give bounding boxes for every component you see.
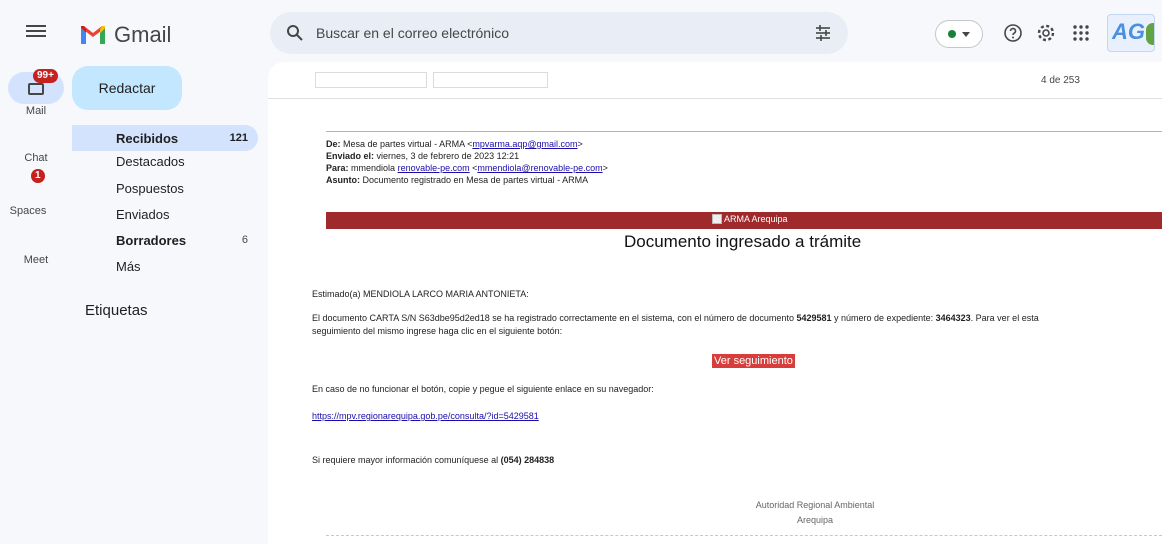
message-pane: 4 de 253 De: Mesa de partes virtual - AR… — [268, 62, 1162, 544]
fallback-link-line: https://mpv.regionarequipa.gob.pe/consul… — [312, 410, 539, 423]
toolbar-field[interactable] — [315, 72, 427, 88]
nav-label: Más — [116, 258, 141, 274]
chat-unread-badge: 1 — [31, 169, 45, 183]
nav-snoozed[interactable]: Pospuestos — [72, 175, 258, 201]
rail-chat-label: Chat — [24, 152, 48, 164]
nav-count: 6 — [241, 234, 248, 246]
mail-unread-badge: 99+ — [33, 69, 58, 83]
rail-mail[interactable]: 99+ Mail — [0, 69, 72, 117]
toolbar-divider — [268, 98, 1162, 99]
contact-phone: (054) 284838 — [500, 455, 555, 465]
rail-meet-label: Meet — [23, 254, 49, 266]
pager-count: 4 de 253 — [1041, 75, 1080, 86]
follow-up-button[interactable]: Ver seguimiento — [712, 354, 795, 368]
apps-grid-icon[interactable] — [1070, 22, 1092, 44]
rail-spaces[interactable]: Spaces — [0, 205, 72, 217]
fallback-text: En caso de no funcionar el botón, copie … — [312, 384, 654, 394]
rail-mail-label: Mail — [25, 105, 47, 117]
compose-button[interactable]: Redactar — [72, 66, 182, 110]
footer-divider — [326, 535, 1162, 536]
arma-banner: ARMA Arequipa — [326, 212, 1162, 229]
account-initials: AG — [1112, 19, 1145, 44]
search-icon[interactable] — [286, 24, 304, 42]
from-email-link[interactable]: mpvarma.aqp@gmail.com — [472, 139, 577, 149]
rail-chat[interactable]: Chat 1 — [0, 152, 72, 183]
to-email-link[interactable]: mmendiola@renovable-pe.com — [477, 163, 602, 173]
org-signature: Autoridad Regional Ambiental Arequipa — [755, 500, 875, 525]
nav-label: Borradores — [116, 232, 187, 248]
chevron-down-icon — [962, 31, 970, 37]
body-paragraph: El documento CARTA S/N S63dbe95d2ed18 se… — [312, 313, 1039, 336]
nav-sent[interactable]: Enviados — [72, 201, 258, 227]
nav-drafts[interactable]: Borradores 6 — [72, 227, 258, 253]
header-rule — [326, 131, 1162, 132]
from-line: De: Mesa de partes virtual - ARMA <mpvar… — [326, 139, 583, 149]
nav-more[interactable]: Más — [72, 253, 258, 279]
tracking-url-link[interactable]: https://mpv.regionarequipa.gob.pe/consul… — [312, 411, 539, 421]
help-icon[interactable] — [1002, 22, 1024, 44]
search-input[interactable]: Buscar en el correo electrónico — [316, 25, 509, 41]
status-button[interactable] — [935, 20, 983, 48]
message-headers: De: Mesa de partes virtual - ARMA <mpvar… — [326, 138, 608, 186]
toolbar-field[interactable] — [433, 72, 548, 88]
subject-line: Asunto: Documento registrado en Mesa de … — [326, 175, 589, 185]
greeting: Estimado(a) MENDIOLA LARCO MARIA ANTONIE… — [312, 289, 529, 299]
gmail-m-icon — [81, 26, 105, 44]
compose-label: Redactar — [98, 80, 156, 96]
to-domain-link[interactable]: renovable-pe.com — [398, 163, 470, 173]
nav-label: Destacados — [116, 153, 185, 169]
nav-count: 121 — [229, 132, 248, 144]
search-options-icon[interactable] — [814, 24, 832, 42]
to-line: Para: mmendiola renovable-pe.com <mmendi… — [326, 163, 608, 173]
gmail-logo[interactable]: Gmail — [80, 22, 171, 48]
account-avatar[interactable]: AG — [1107, 14, 1155, 52]
settings-gear-icon[interactable] — [1035, 22, 1057, 44]
nav-starred[interactable]: Destacados — [72, 148, 258, 174]
left-rail: 99+ Mail Chat 1 Spaces Meet — [0, 0, 72, 544]
rail-spaces-label: Spaces — [9, 205, 47, 217]
app-name: Gmail — [114, 22, 172, 47]
labels-heading: Etiquetas — [85, 302, 148, 319]
rail-meet[interactable]: Meet — [0, 254, 72, 266]
broken-image-icon: ARMA Arequipa — [712, 214, 788, 224]
status-dot-icon — [948, 30, 956, 38]
search-bar[interactable]: Buscar en el correo electrónico — [270, 12, 848, 54]
banner-alt-text: ARMA Arequipa — [724, 214, 788, 224]
info-line: Si requiere mayor información comuníques… — [312, 455, 555, 465]
sent-line: Enviado el: viernes, 3 de febrero de 202… — [326, 151, 520, 161]
nav-label: Recibidos — [116, 130, 179, 146]
nav-label: Pospuestos — [116, 180, 184, 196]
main-menu-icon[interactable] — [26, 22, 46, 42]
nav-label: Enviados — [116, 206, 170, 222]
